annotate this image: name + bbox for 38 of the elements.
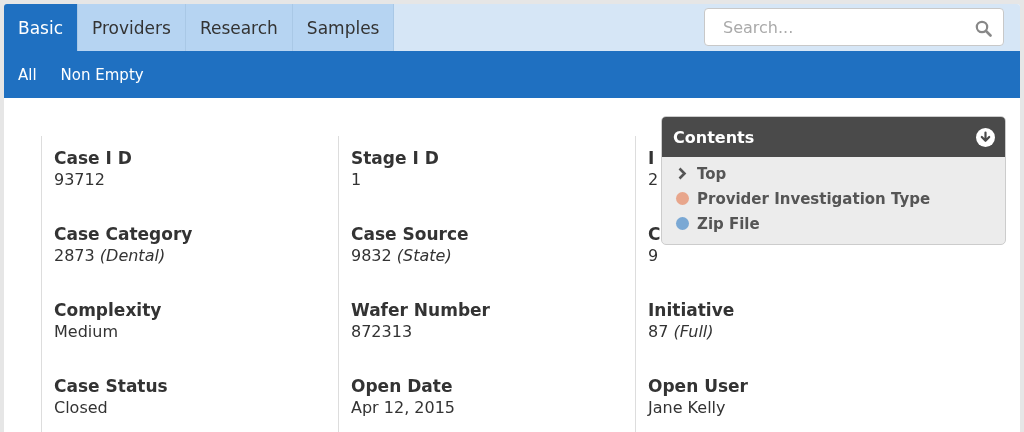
chevron-right-icon [676,167,689,180]
field-label: Case Category [54,224,193,244]
search-icon [975,20,992,37]
field-value: 1 [351,170,362,189]
search-field[interactable]: Search... [704,8,1004,46]
field-label: Case Source [351,224,469,244]
filter-link[interactable]: All [10,65,45,84]
field-label: Wafer Number [351,300,490,320]
panel-title: Contents [673,127,755,147]
tab[interactable]: Research [185,4,293,51]
field-label: Case I D [54,148,132,168]
field-value: 87 (Full) [648,322,714,341]
tab[interactable]: Samples [292,4,395,51]
field-value: Jane Kelly [648,398,726,417]
contents-item[interactable]: Zip File [662,211,1005,236]
field-value: 9832 (State) [351,246,452,265]
field-label: Initiative [648,300,735,320]
down-arrow-circle-icon[interactable] [976,127,995,147]
field-label: Stage I D [351,148,439,168]
field-value: 872313 [351,322,413,341]
field-value: 2 [648,170,659,189]
field-value: Closed [54,398,108,417]
contents-item[interactable]: Provider Investigation Type [662,186,1005,211]
field-value: Medium [54,322,118,341]
field-value: 93712 [54,170,105,189]
field-label: Case Status [54,376,168,396]
field-value: 9 [648,246,659,265]
field-value: 2873 (Dental) [54,246,166,265]
field-label: I [648,148,655,168]
field-label: C [648,224,661,244]
tab[interactable]: Providers [78,4,186,51]
contents-item[interactable]: Top [662,161,1005,186]
tab[interactable]: Basic [4,4,78,51]
field-label: Open Date [351,376,453,396]
field-label: Open User [648,376,748,396]
field-label: Complexity [54,300,162,320]
filter-link[interactable]: Non Empty [52,65,152,84]
field-value: Apr 12, 2015 [351,398,455,417]
